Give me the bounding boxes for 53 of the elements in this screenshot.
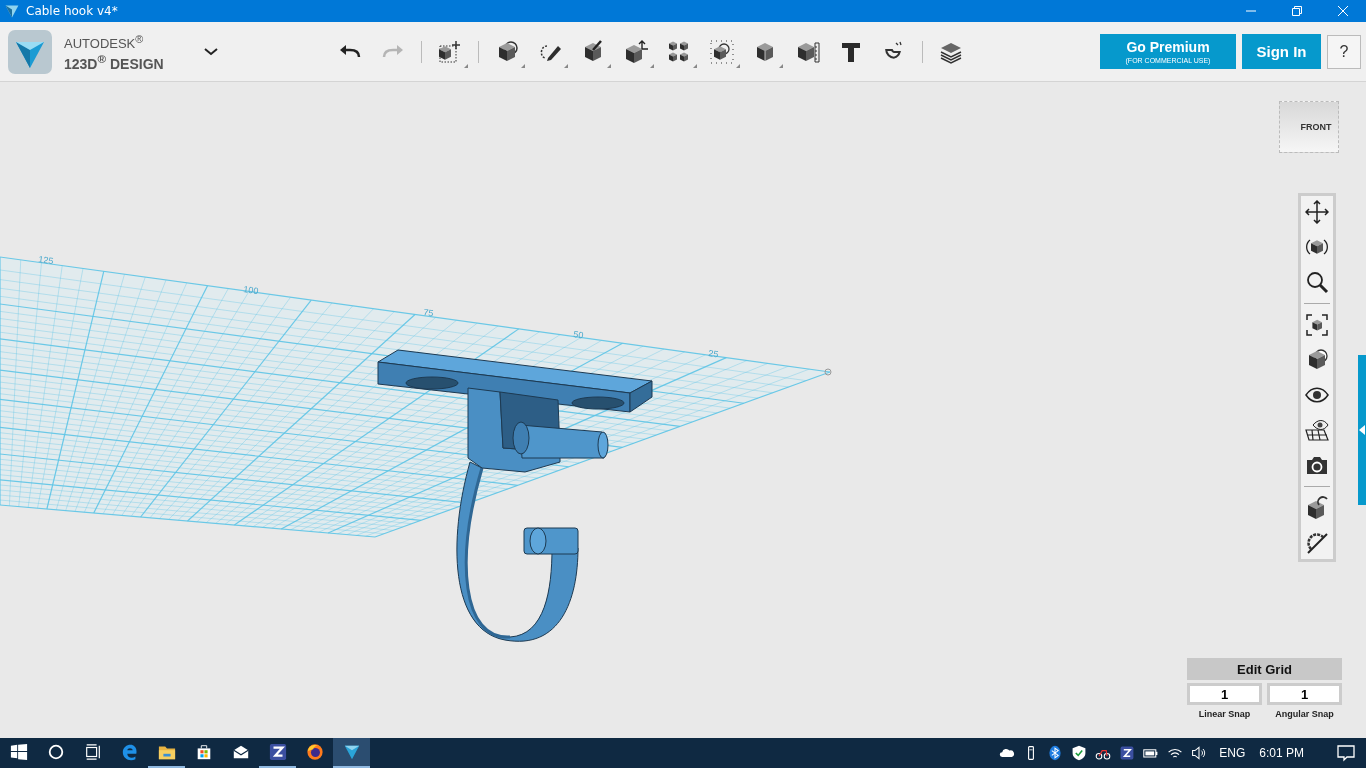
taskbar-app-logo-button[interactable] bbox=[333, 738, 370, 768]
dropdown-corner-icon bbox=[735, 63, 740, 68]
magnet-cube-icon[interactable] bbox=[1305, 496, 1329, 520]
clock[interactable]: 6:01 PM bbox=[1259, 746, 1304, 760]
move-cube-icon bbox=[437, 39, 462, 64]
side-panel-tab[interactable] bbox=[1358, 355, 1366, 505]
speech-bubble-icon bbox=[1336, 743, 1356, 763]
grid-label: 100 bbox=[242, 284, 259, 297]
dropdown-corner-icon bbox=[463, 63, 468, 68]
envelope-icon bbox=[231, 743, 250, 761]
fit-view-icon[interactable] bbox=[1305, 313, 1329, 337]
window-title: Cable hook v4* bbox=[26, 4, 118, 18]
angular-snap-field[interactable]: 1 bbox=[1267, 683, 1342, 705]
dropdown-corner-icon bbox=[520, 63, 525, 68]
view-cube[interactable]: FRONT bbox=[1279, 101, 1339, 153]
view-cube-face-label: FRONT bbox=[1300, 122, 1332, 132]
dropdown-corner-icon bbox=[778, 63, 783, 68]
browser-icon bbox=[120, 743, 139, 761]
grid-label: 25 bbox=[707, 348, 720, 360]
dropdown-corner-icon bbox=[563, 63, 568, 68]
cube-ruler-icon bbox=[795, 39, 820, 64]
grid-eye-icon[interactable] bbox=[1305, 418, 1329, 442]
circle-icon bbox=[46, 743, 65, 761]
fox-browser-icon bbox=[305, 743, 324, 761]
cube-grid-icon bbox=[666, 39, 691, 64]
product-name: 123D$^{®}$ DESIGN bbox=[64, 50, 164, 72]
windows-logo-icon bbox=[9, 743, 28, 761]
dropdown-corner-icon bbox=[692, 63, 697, 68]
close-icon bbox=[1338, 6, 1348, 16]
cube-arrows-icon bbox=[623, 39, 648, 64]
zoom-icon[interactable] bbox=[1305, 270, 1329, 294]
dropdown-corner-icon bbox=[649, 63, 654, 68]
restore-icon bbox=[1292, 6, 1302, 16]
grouped-cube-icon bbox=[709, 39, 734, 64]
language-indicator[interactable]: ENG bbox=[1219, 746, 1246, 760]
app-logo-icon bbox=[4, 3, 20, 19]
linear-snap-field[interactable]: 1 bbox=[1187, 683, 1262, 705]
collapse-arrow-icon bbox=[1359, 425, 1365, 435]
linear-snap-label: Linear Snap bbox=[1198, 709, 1251, 719]
angular-snap-label: Angular Snap bbox=[1275, 709, 1334, 719]
edit-grid-button[interactable]: Edit Grid bbox=[1187, 658, 1342, 680]
pan-icon[interactable] bbox=[1305, 200, 1329, 224]
app-logo-icon bbox=[342, 743, 361, 761]
chevron-down-icon[interactable] bbox=[203, 47, 218, 56]
z-app-icon bbox=[268, 743, 287, 761]
task-view-icon bbox=[83, 743, 102, 761]
brand-name: AUTODESK$^{®}$ bbox=[64, 31, 145, 51]
grid-label: 50 bbox=[572, 329, 585, 341]
grid-label: 75 bbox=[422, 307, 435, 319]
grid-label: 125 bbox=[37, 254, 54, 267]
app-logo-icon[interactable] bbox=[8, 29, 52, 74]
dropdown-corner-icon bbox=[606, 63, 611, 68]
help-button[interactable]: ? bbox=[1327, 34, 1361, 69]
